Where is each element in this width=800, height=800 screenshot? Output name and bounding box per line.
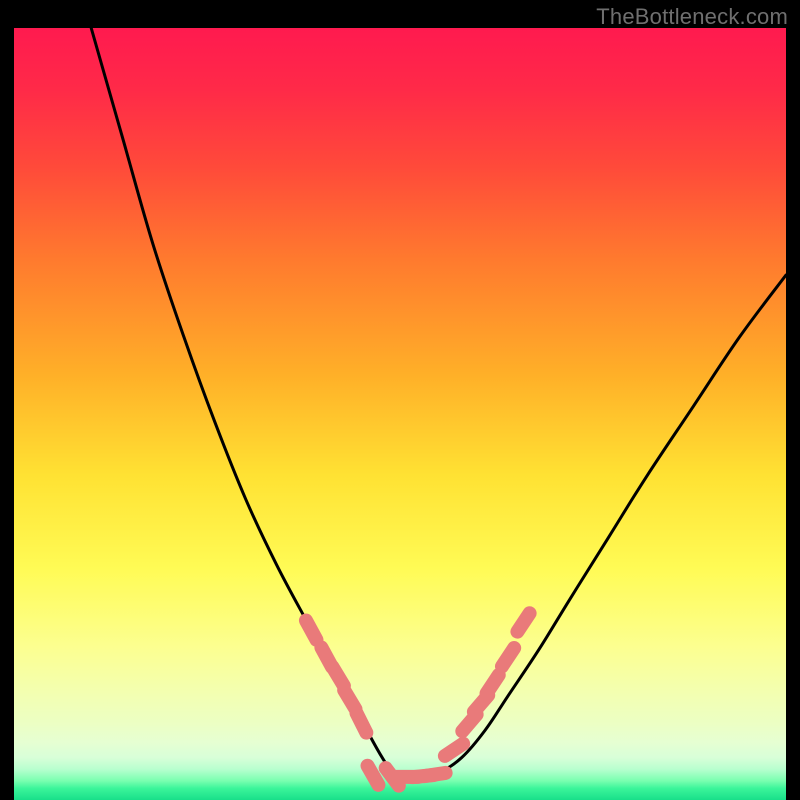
marker-dot xyxy=(344,690,355,709)
watermark-text: TheBottleneck.com xyxy=(596,4,788,30)
bottleneck-chart xyxy=(14,28,786,800)
marker-dot xyxy=(356,713,366,733)
marker-dot xyxy=(306,621,317,640)
marker-dot xyxy=(424,773,446,776)
marker-dot xyxy=(368,766,379,785)
gradient-background xyxy=(14,28,786,800)
marker-dot xyxy=(333,667,344,686)
chart-frame xyxy=(14,28,786,800)
